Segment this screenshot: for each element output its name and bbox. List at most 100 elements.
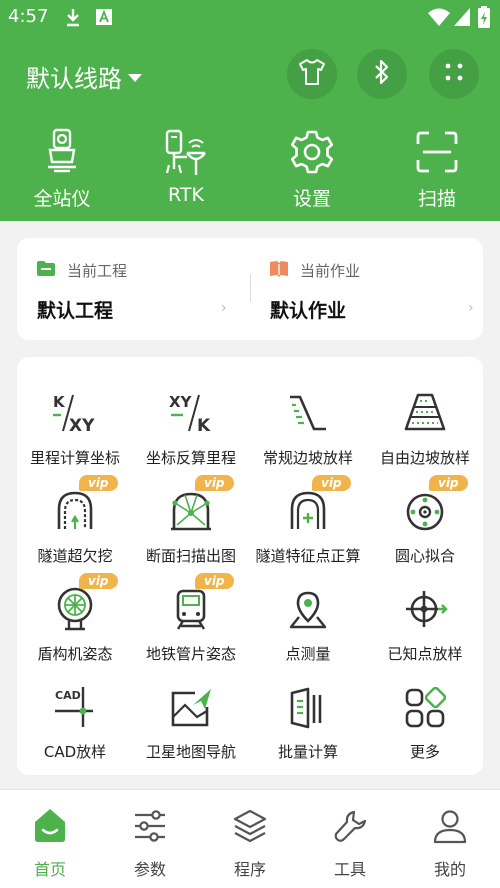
tshirt-icon: [297, 58, 327, 90]
vip-badge: vip: [429, 475, 468, 491]
tool-point-survey[interactable]: 点测量: [250, 575, 366, 675]
satellite-map-icon: [133, 673, 249, 729]
vip-badge: vip: [195, 475, 234, 491]
route-selector[interactable]: 默认线路: [26, 59, 142, 94]
nav-label: 我的: [433, 860, 466, 879]
bottom-nav: 首页 参数 程序 工具 我的: [0, 789, 500, 888]
tool-section-scan[interactable]: vip 断面扫描出图: [133, 475, 249, 577]
current-job-value: 默认作业: [270, 300, 347, 322]
nav-params[interactable]: 参数: [100, 790, 200, 888]
current-job-header: 当前作业: [270, 260, 360, 281]
pyramid-slope-icon: [367, 379, 483, 435]
menu-button[interactable]: [429, 49, 479, 99]
tool-circle-fit[interactable]: vip 圆心拟合: [367, 475, 483, 577]
map-pin-icon: [250, 575, 366, 631]
tool-label: 更多: [409, 743, 440, 761]
tool-label: 隧道特征点正算: [255, 547, 361, 565]
status-bar: 4:57: [0, 0, 500, 36]
svg-text:CAD: CAD: [55, 689, 81, 702]
vip-badge: vip: [79, 475, 118, 491]
tool-mileage-to-coord[interactable]: K XY 里程计算坐标: [17, 379, 133, 479]
tool-label: 圆心拟合: [394, 547, 455, 565]
quick-label: 扫描: [417, 188, 456, 210]
home-icon: [0, 790, 100, 844]
user-icon: [400, 790, 500, 844]
tool-regular-slope[interactable]: 常规边坡放样: [250, 379, 366, 479]
svg-text:K: K: [53, 393, 66, 411]
tool-cad-stakeout[interactable]: CAD CAD放样: [17, 673, 133, 773]
layers-icon: [200, 790, 300, 844]
current-project[interactable]: 当前工程 默认工程 ›: [17, 238, 250, 340]
current-project-value: 默认工程: [37, 300, 114, 322]
quick-total-station[interactable]: 全站仪: [7, 126, 117, 211]
download-icon: [64, 7, 82, 31]
tool-label: 断面扫描出图: [145, 547, 236, 565]
battery-icon: [478, 6, 490, 32]
bluetooth-icon: [372, 58, 392, 90]
signal-icon: [454, 8, 470, 30]
project-card: 当前工程 默认工程 › 当前作业 默认作业 ›: [17, 238, 483, 340]
nav-programs[interactable]: 程序: [200, 790, 300, 888]
rtk-icon: [131, 126, 241, 178]
tool-label: 点测量: [285, 645, 331, 663]
section-scan-icon: vip: [133, 475, 249, 533]
quick-label: 设置: [292, 188, 331, 210]
current-project-header: 当前工程: [37, 260, 127, 281]
tool-label: 坐标反算里程: [145, 449, 236, 467]
wrench-icon: [300, 790, 400, 844]
tool-tunnel-feature-points[interactable]: vip 隧道特征点正算: [250, 475, 366, 577]
sliders-icon: [100, 790, 200, 844]
current-job[interactable]: 当前作业 默认作业 ›: [250, 238, 483, 340]
tool-label: 批量计算: [277, 743, 338, 761]
nav-home[interactable]: 首页: [0, 790, 100, 888]
chevron-down-icon: [128, 73, 142, 82]
grid-dots-icon: [443, 61, 465, 87]
tool-batch-calc[interactable]: 批量计算: [250, 673, 366, 773]
quick-actions: 全站仪 RTK 设置 扫描: [0, 126, 500, 216]
tool-label: 自由边坡放样: [379, 449, 470, 467]
nav-me[interactable]: 我的: [400, 790, 500, 888]
tool-tunnel-overbreak[interactable]: vip 隧道超欠挖: [17, 475, 133, 577]
quick-settings[interactable]: 设置: [257, 126, 367, 211]
app-header: 4:57 默认线路 全站仪 RTK 设置 扫描: [0, 0, 500, 221]
nav-label: 首页: [33, 860, 66, 879]
tool-shield-machine[interactable]: vip 盾构机姿态: [17, 573, 133, 675]
tool-label: 卫星地图导航: [145, 743, 236, 761]
slope-icon: [250, 379, 366, 435]
tool-label: 已知点放样: [387, 645, 463, 663]
chevron-right-icon: ›: [221, 300, 227, 316]
tool-metro-segment[interactable]: vip 地铁管片姿态: [133, 573, 249, 675]
nav-label: 工具: [333, 860, 366, 879]
nav-label: 参数: [133, 860, 166, 879]
tool-label: 地铁管片姿态: [145, 645, 236, 663]
quick-label: RTK: [168, 184, 204, 206]
quick-scan[interactable]: 扫描: [382, 126, 492, 211]
cad-icon: CAD: [17, 673, 133, 729]
theme-button[interactable]: [287, 49, 337, 99]
tool-label: CAD放样: [43, 743, 107, 761]
book-icon: [270, 260, 288, 281]
title-row: 默认线路: [0, 48, 500, 104]
bluetooth-button[interactable]: [357, 49, 407, 99]
tool-known-point-stakeout[interactable]: 已知点放样: [367, 575, 483, 675]
scan-icon: [382, 126, 492, 178]
status-time: 4:57: [8, 6, 49, 27]
metro-train-icon: vip: [133, 573, 249, 631]
vip-badge: vip: [79, 573, 118, 589]
nav-tools[interactable]: 工具: [300, 790, 400, 888]
quick-rtk[interactable]: RTK: [131, 126, 241, 206]
tool-more[interactable]: 更多: [367, 673, 483, 773]
tool-satellite-map[interactable]: 卫星地图导航: [133, 673, 249, 773]
quick-label: 全站仪: [33, 188, 91, 210]
tool-label: 盾构机姿态: [37, 645, 113, 663]
svg-text:K: K: [197, 416, 211, 435]
more-apps-icon: [367, 673, 483, 729]
tool-free-slope[interactable]: 自由边坡放样: [367, 379, 483, 479]
current-job-label: 当前作业: [300, 262, 361, 280]
tool-coord-to-mileage[interactable]: XY K 坐标反算里程: [133, 379, 249, 479]
crosshair-icon: [367, 575, 483, 631]
tool-label: 隧道超欠挖: [37, 547, 113, 565]
tunnel-icon: vip: [17, 475, 133, 533]
tool-label: 里程计算坐标: [29, 449, 120, 467]
svg-text:XY: XY: [169, 393, 193, 411]
